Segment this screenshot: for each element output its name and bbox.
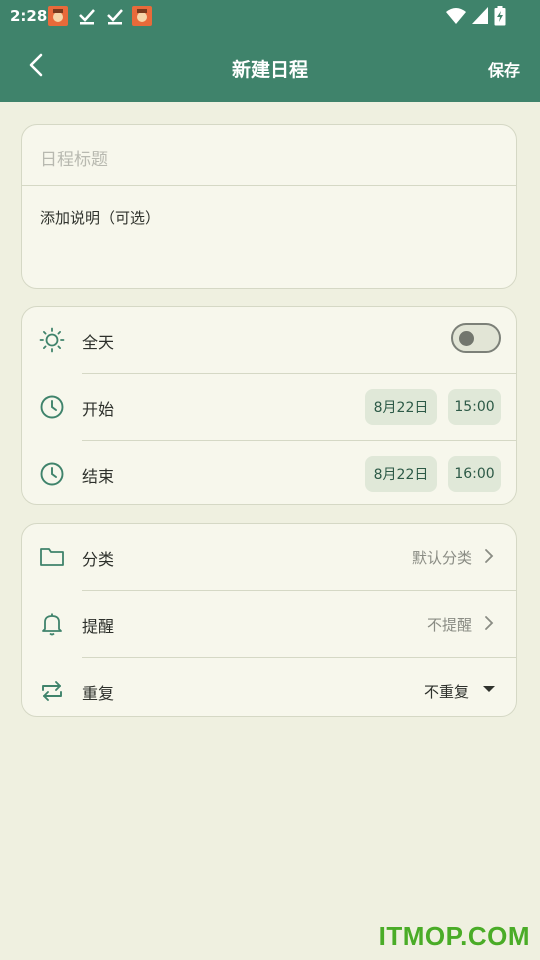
signal-icon <box>472 7 488 24</box>
battery-icon <box>494 6 506 26</box>
options-card: 分类 默认分类 提醒 不提醒 重复 不重复 <box>21 523 517 717</box>
clock-icon <box>40 395 64 419</box>
category-value: 默认分类 <box>411 549 472 567</box>
divider <box>22 185 516 186</box>
category-row[interactable]: 分类 默认分类 <box>22 524 516 590</box>
watermark: ITMOP.COM <box>378 921 530 951</box>
app-notification-icon <box>48 6 68 26</box>
time-card: 全天 开始 8月22日 15:00 结束 8月22日 16:00 <box>21 306 517 505</box>
start-label: 开始 <box>82 400 115 419</box>
top-bar: 2:28 新建日程 保存 <box>0 0 540 102</box>
chevron-right-icon <box>485 549 494 563</box>
reminder-value: 不提醒 <box>426 616 472 634</box>
reminder-label: 提醒 <box>82 617 115 636</box>
sun-icon <box>39 327 65 353</box>
all-day-row[interactable]: 全天 <box>22 307 516 373</box>
download-done-icon <box>79 9 95 25</box>
event-details-card: 日程标题 添加说明（可选） <box>21 124 517 289</box>
end-row: 结束 8月22日 16:00 <box>22 441 516 507</box>
save-button[interactable]: 保存 <box>488 57 520 81</box>
start-row: 开始 8月22日 15:00 <box>22 374 516 440</box>
download-done-icon <box>107 9 123 25</box>
event-title-input[interactable]: 日程标题 <box>40 145 108 170</box>
status-time: 2:28 <box>10 7 48 25</box>
dropdown-arrow-icon[interactable] <box>482 684 496 694</box>
toggle-knob <box>459 331 474 346</box>
start-time-chip[interactable]: 15:00 <box>448 389 501 425</box>
wifi-icon <box>446 8 466 24</box>
app-notification-icon <box>132 6 152 26</box>
repeat-row[interactable]: 重复 不重复 <box>22 658 516 724</box>
folder-icon <box>40 548 64 566</box>
end-label: 结束 <box>82 467 115 486</box>
start-date-chip[interactable]: 8月22日 <box>365 389 437 425</box>
repeat-icon <box>42 681 62 701</box>
system-icons <box>446 6 506 26</box>
clock-icon <box>40 462 64 486</box>
all-day-label: 全天 <box>82 333 115 352</box>
reminder-row[interactable]: 提醒 不提醒 <box>22 591 516 657</box>
repeat-label: 重复 <box>82 684 115 703</box>
chevron-right-icon <box>485 616 494 630</box>
end-date-chip[interactable]: 8月22日 <box>365 456 437 492</box>
end-time-chip[interactable]: 16:00 <box>448 456 501 492</box>
category-label: 分类 <box>82 550 115 569</box>
status-bar: 2:28 <box>0 0 540 32</box>
page-title: 新建日程 <box>231 59 308 81</box>
event-description-input[interactable]: 添加说明（可选） <box>40 207 160 228</box>
all-day-toggle[interactable] <box>451 323 501 353</box>
repeat-dropdown[interactable]: 不重复 <box>424 681 469 702</box>
bell-icon <box>42 613 62 636</box>
